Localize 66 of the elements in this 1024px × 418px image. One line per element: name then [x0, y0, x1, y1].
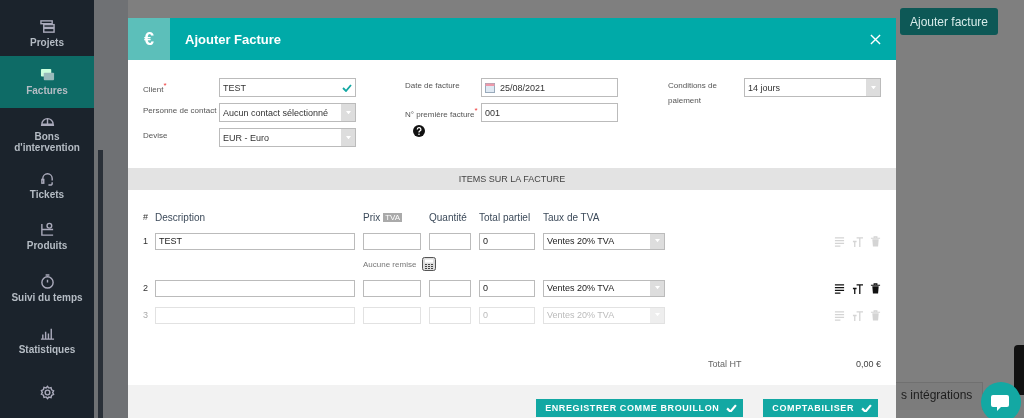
column-header: Description — [155, 211, 207, 223]
vat-select[interactable]: Ventes 20% TVA — [543, 279, 665, 297]
caret-icon[interactable] — [654, 239, 660, 243]
check-icon — [861, 403, 872, 413]
quantity-field[interactable] — [429, 232, 471, 250]
caret-icon[interactable] — [870, 85, 876, 90]
bills-icon — [39, 67, 55, 83]
headset-icon — [39, 170, 55, 186]
sidebar-item[interactable]: Suivi du temps — [0, 262, 94, 315]
calculator-icon[interactable] — [422, 257, 437, 271]
stack-icon — [39, 18, 55, 34]
input-field[interactable]: 001 — [481, 103, 618, 122]
calendar-icon — [485, 82, 495, 93]
scrollbar[interactable] — [98, 150, 103, 418]
column-header: # — [143, 212, 149, 222]
description-field[interactable]: TEST — [155, 232, 355, 250]
quantity-field[interactable] — [429, 279, 471, 297]
sidebar-item[interactable]: Statistiques — [0, 314, 94, 367]
euro-icon: € — [128, 18, 170, 60]
discount-label: Aucune remise — [363, 259, 417, 269]
stopwatch-icon — [39, 274, 55, 290]
price-field[interactable] — [363, 279, 421, 297]
field-label: Devise — [143, 132, 168, 141]
help-icon[interactable] — [413, 125, 425, 137]
tag: TVA — [383, 212, 403, 222]
section-header: ITEMS SUR LA FACTURE — [128, 168, 896, 190]
check-icon — [726, 403, 738, 413]
text-size-icon[interactable] — [852, 282, 863, 294]
column-header: Quantité — [429, 211, 468, 223]
total-value: 0,00 € — [855, 359, 881, 369]
row-number: 1 — [143, 236, 149, 246]
trash-icon[interactable] — [870, 282, 881, 294]
caret-icon[interactable] — [345, 110, 351, 115]
caret-icon[interactable] — [654, 286, 660, 290]
select-field[interactable]: 14 jours — [744, 78, 881, 97]
close-icon[interactable] — [870, 33, 881, 45]
vat-select[interactable]: Ventes 20% TVA — [543, 232, 665, 250]
row-number: 2 — [143, 283, 149, 293]
field-label: Personne de contact — [143, 107, 217, 116]
subtotal-field[interactable]: 0 — [479, 279, 535, 297]
price-field[interactable] — [363, 232, 421, 250]
products-icon — [39, 222, 55, 238]
settings-icon — [39, 384, 55, 400]
check-icon — [342, 83, 352, 92]
input-field[interactable]: 25/08/2021 — [481, 78, 618, 97]
caret-icon[interactable] — [345, 135, 351, 140]
column-header: Total partiel — [479, 211, 532, 223]
sidebar-item[interactable]: Projets — [0, 0, 94, 56]
field-label: Conditions de paiement — [668, 80, 718, 108]
subtotal-field[interactable]: 0 — [479, 232, 535, 250]
chat-icon[interactable] — [981, 382, 1021, 418]
input-field[interactable]: TEST — [219, 78, 356, 97]
row-number: 3 — [143, 310, 149, 320]
description-field[interactable] — [155, 279, 355, 297]
sidebar-item[interactable]: Bons d'intervention — [0, 107, 94, 160]
add-invoice-button[interactable]: Ajouter facture — [900, 8, 999, 35]
field-label: Date de facture — [405, 82, 460, 91]
dialog-title: Ajouter Facture — [185, 31, 283, 47]
column-header: Prix — [363, 211, 381, 223]
select-field[interactable]: Aucun contact sélectionné — [219, 103, 356, 122]
column-header: Taux de TVA — [543, 211, 601, 223]
total-label: Total HT — [708, 359, 742, 369]
select-field[interactable]: EUR - Euro — [219, 128, 356, 147]
sidebar-item[interactable]: Tickets — [0, 159, 94, 212]
sidebar-item[interactable]: Produits — [0, 211, 94, 263]
align-icon[interactable] — [834, 282, 845, 294]
